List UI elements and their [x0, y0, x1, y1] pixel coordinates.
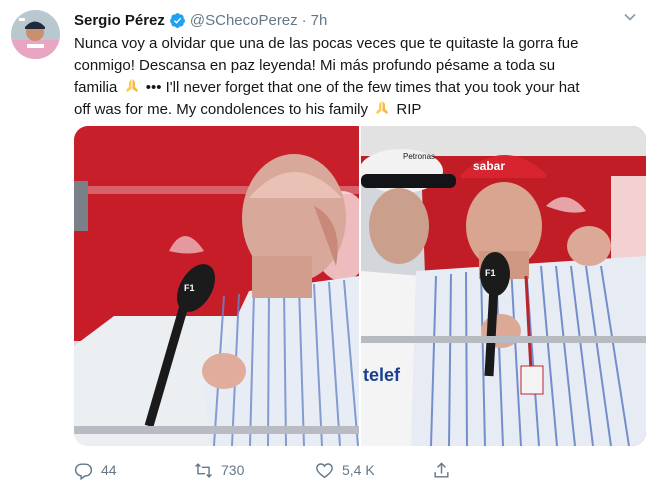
author-name[interactable]: Sergio Pérez — [74, 12, 165, 29]
mic-logo: F1 — [184, 283, 195, 293]
helmet-cap-text: Petronas — [403, 152, 435, 161]
tweet-photo-1[interactable]: F1 — [74, 126, 359, 446]
tweet-photo-2[interactable]: Petronas telef sabar F1 — [361, 126, 646, 446]
tweet-header: Sergio Pérez @SChecoPerez · 7h — [74, 9, 643, 31]
avatar[interactable] — [11, 10, 60, 59]
reply-button[interactable]: 44 — [74, 458, 117, 482]
reply-icon — [74, 462, 93, 480]
tweet[interactable]: Sergio Pérez @SChecoPerez · 7h Nunca voy… — [0, 0, 653, 494]
tweet-text-line: Nunca voy a olvidar que una de las pocas… — [74, 35, 579, 52]
tweet-text-line: familia ••• I'll never forget that one o… — [74, 77, 644, 99]
tweet-text-line: off was for me. My condolences to his fa… — [74, 99, 644, 121]
tweet-text-fragment: ••• I'll never forget that one of the fe… — [145, 79, 580, 96]
tweet-media: F1 Petronas telef sabar F1 — [74, 126, 646, 446]
separator-dot: · — [301, 11, 307, 29]
tweet-text-line: conmigo! Descansa en paz leyenda! Mi más… — [74, 57, 556, 74]
tweet-timestamp[interactable]: 7h — [311, 12, 328, 29]
sponsor-overalls-text: telef — [363, 365, 401, 385]
like-button[interactable]: 5,4 K — [315, 458, 375, 482]
retweet-button[interactable]: 730 — [194, 458, 244, 482]
mic-logo: F1 — [485, 268, 496, 278]
share-button[interactable] — [432, 458, 451, 482]
tweet-text-fragment: RIP — [396, 101, 422, 118]
author-handle[interactable]: @SChecoPerez — [190, 12, 298, 29]
praying-hands-emoji-icon — [124, 78, 140, 94]
heart-icon — [316, 462, 333, 478]
tweet-text-fragment: familia — [74, 79, 118, 96]
retweet-icon — [195, 462, 212, 478]
retweet-count: 730 — [221, 462, 245, 478]
chevron-down-icon[interactable] — [623, 10, 637, 24]
praying-hands-emoji-icon — [374, 100, 390, 116]
tweet-text-fragment: off was for me. My condolences to his fa… — [74, 101, 369, 118]
reply-count: 44 — [101, 462, 117, 478]
cap-logo-text: sabar — [473, 159, 505, 173]
like-count: 5,4 K — [342, 462, 375, 478]
share-icon — [434, 461, 449, 478]
tweet-actions: 44 730 5,4 K — [74, 458, 594, 482]
tweet-text: Nunca voy a olvidar que una de las pocas… — [74, 33, 644, 121]
verified-badge-icon — [169, 12, 186, 29]
